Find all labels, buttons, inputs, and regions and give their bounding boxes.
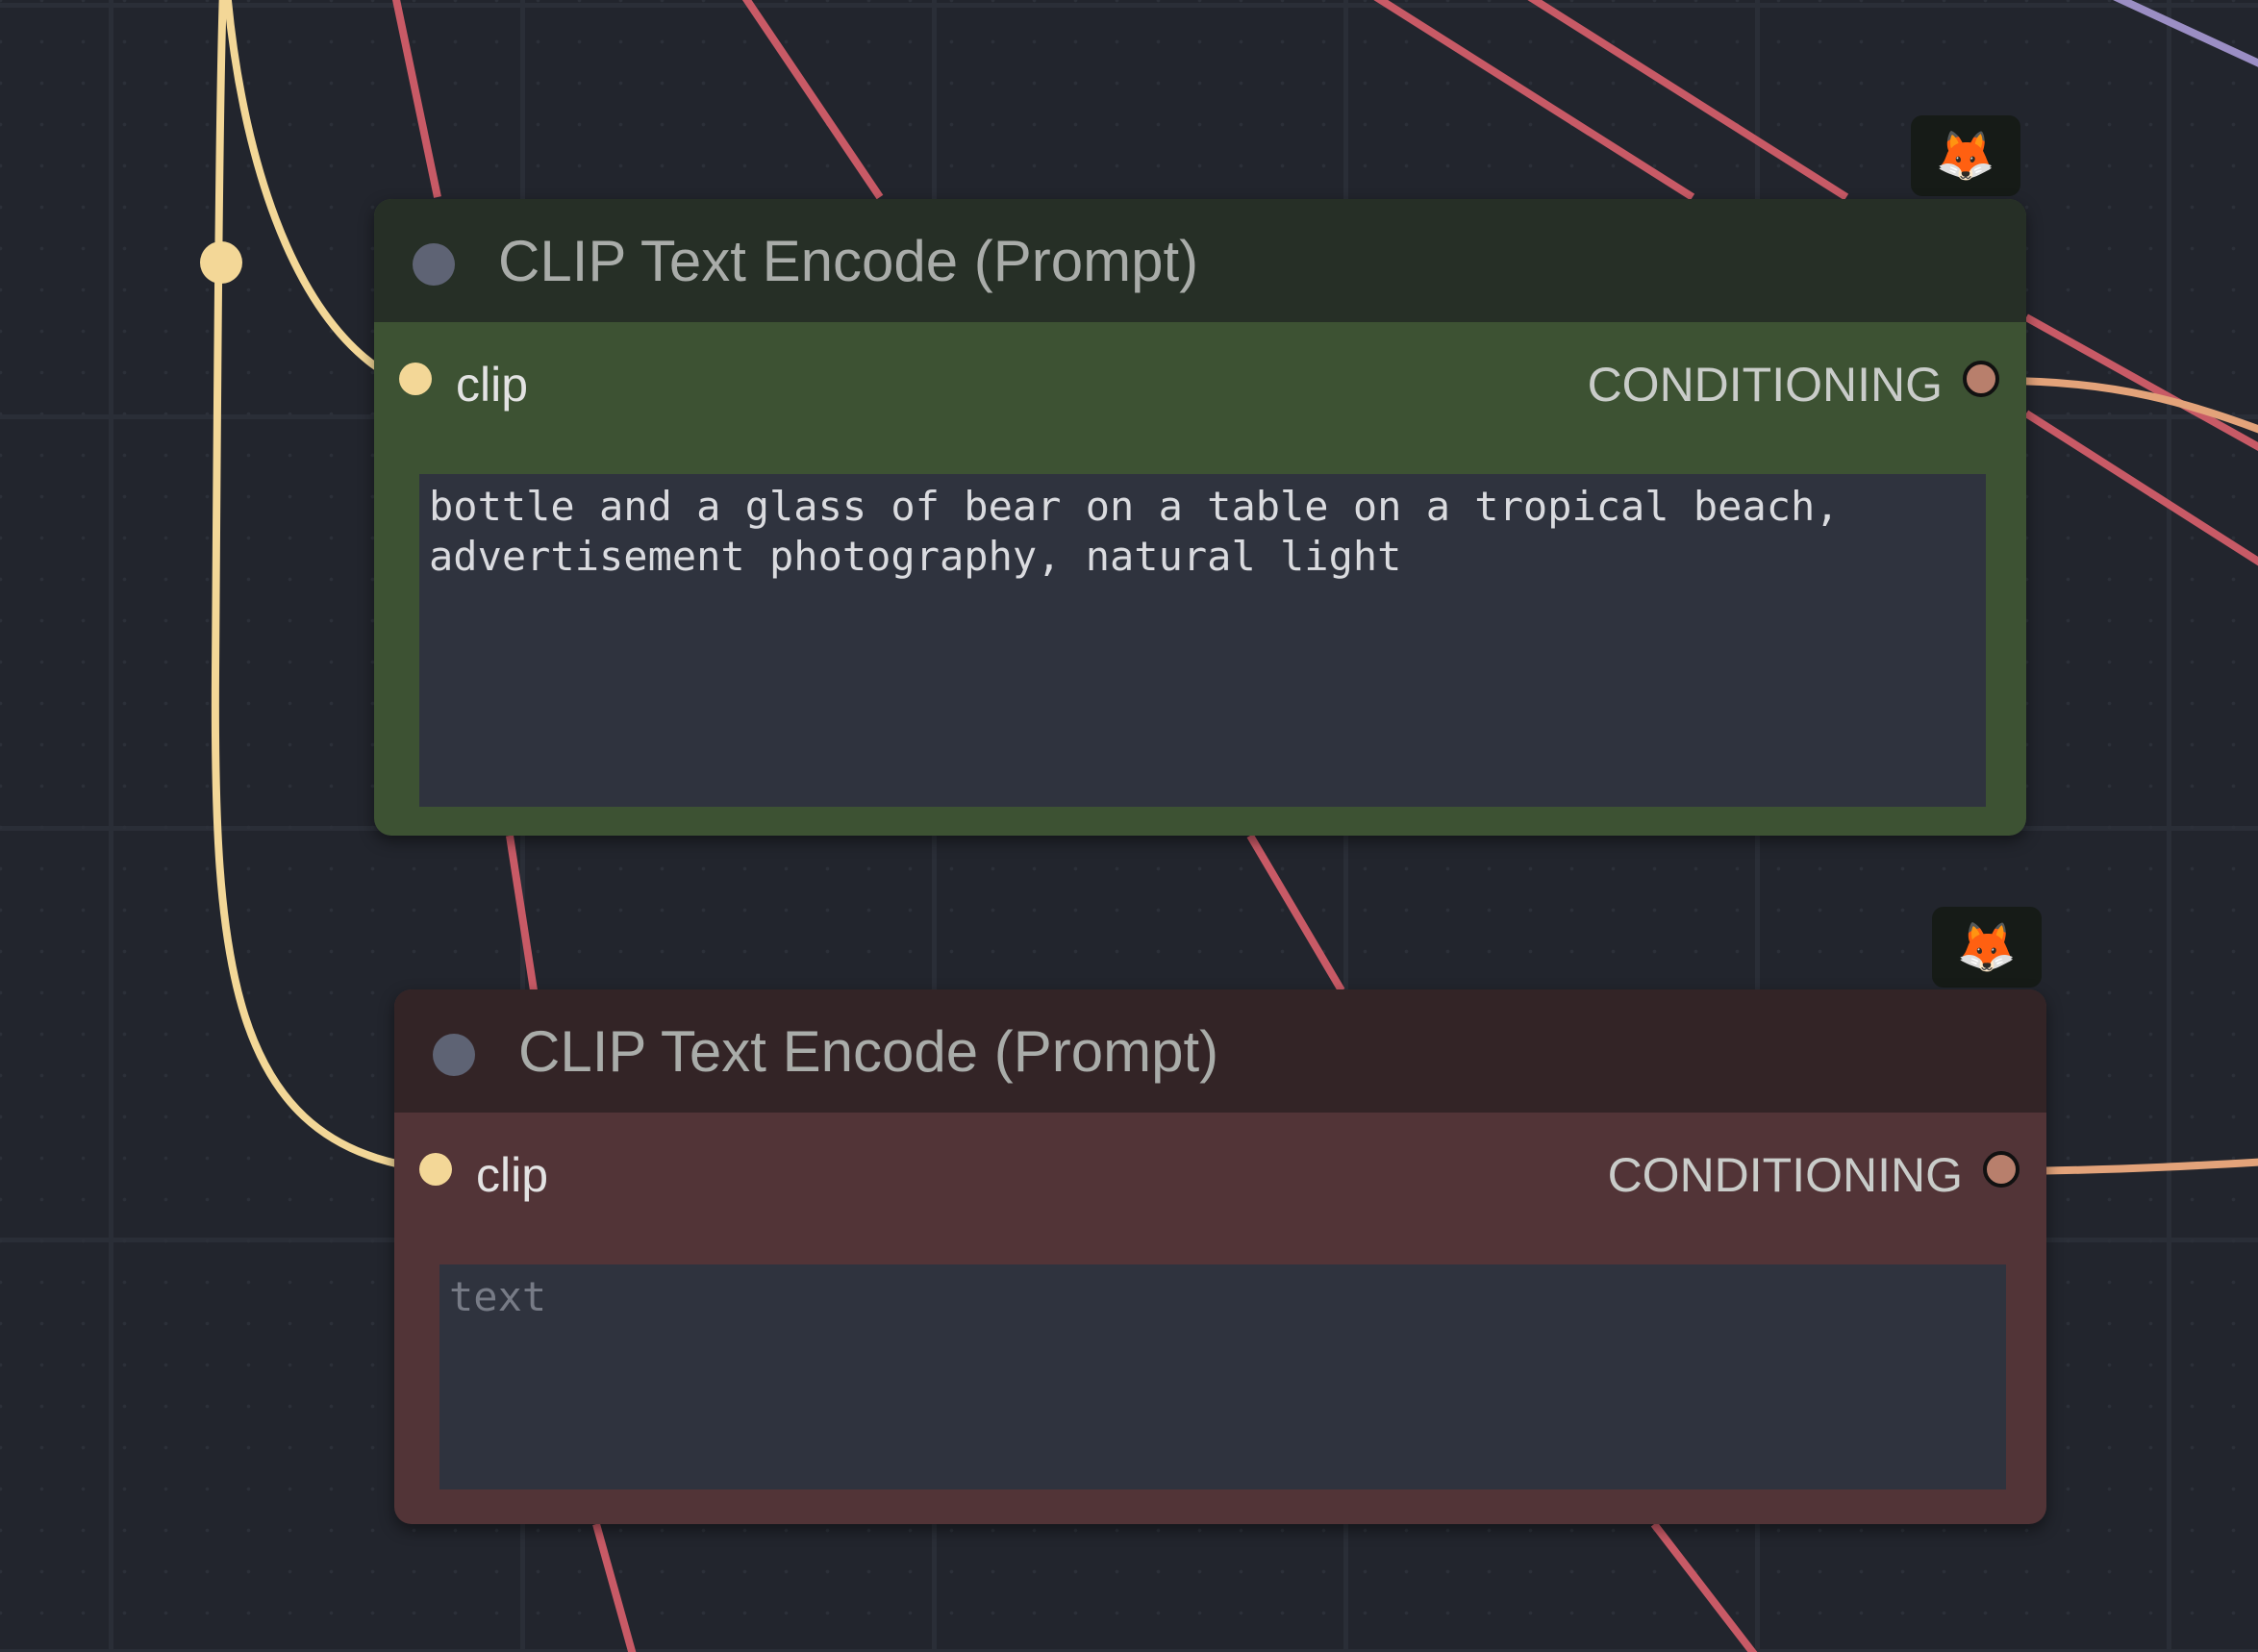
clip-input-label: clip (456, 358, 529, 412)
clip-input-slot[interactable] (399, 363, 432, 395)
link-wire (1527, 0, 1849, 201)
node-title: CLIP Text Encode (Prompt) (498, 229, 1199, 293)
node-badge: 🦊 (1932, 907, 2042, 988)
collapse-toggle[interactable] (413, 243, 455, 286)
clip-input-slot[interactable] (419, 1153, 452, 1186)
prompt-text-input[interactable]: text (439, 1264, 2006, 1489)
latent-wire (2113, 0, 2258, 67)
node-header[interactable]: CLIP Text Encode (Prompt) (374, 199, 2026, 322)
link-wire (1373, 0, 1695, 201)
node-badge: 🦊 (1911, 115, 2020, 196)
conditioning-output-slot[interactable] (1983, 1151, 2020, 1188)
link-wire (392, 0, 441, 198)
link-wire (2023, 410, 2258, 566)
fox-icon: 🦊 (1956, 919, 2018, 974)
fox-icon: 🦊 (1935, 128, 1996, 183)
link-wire (1246, 833, 1345, 993)
clip-text-encode-positive-node[interactable]: CLIP Text Encode (Prompt) clip CONDITION… (374, 199, 2026, 836)
link-wire (592, 1522, 637, 1652)
clip-text-encode-negative-node[interactable]: CLIP Text Encode (Prompt) clip CONDITION… (394, 989, 2046, 1524)
node-title: CLIP Text Encode (Prompt) (518, 1019, 1219, 1084)
link-wire (741, 0, 884, 200)
conditioning-output-slot[interactable] (1963, 361, 1999, 397)
clip-wire (223, 0, 392, 380)
prompt-text-input[interactable]: bottle and a glass of bear on a table on… (419, 474, 1986, 807)
conditioning-wire (2022, 1158, 2258, 1175)
link-wire (506, 835, 538, 991)
reroute-point[interactable] (200, 241, 242, 284)
conditioning-output-label: CONDITIONING (1607, 1148, 1963, 1202)
conditioning-output-label: CONDITIONING (1587, 358, 1943, 412)
clip-input-label: clip (476, 1148, 549, 1202)
link-wire (1650, 1521, 1758, 1652)
collapse-toggle[interactable] (433, 1034, 475, 1076)
node-header[interactable]: CLIP Text Encode (Prompt) (394, 989, 2046, 1113)
